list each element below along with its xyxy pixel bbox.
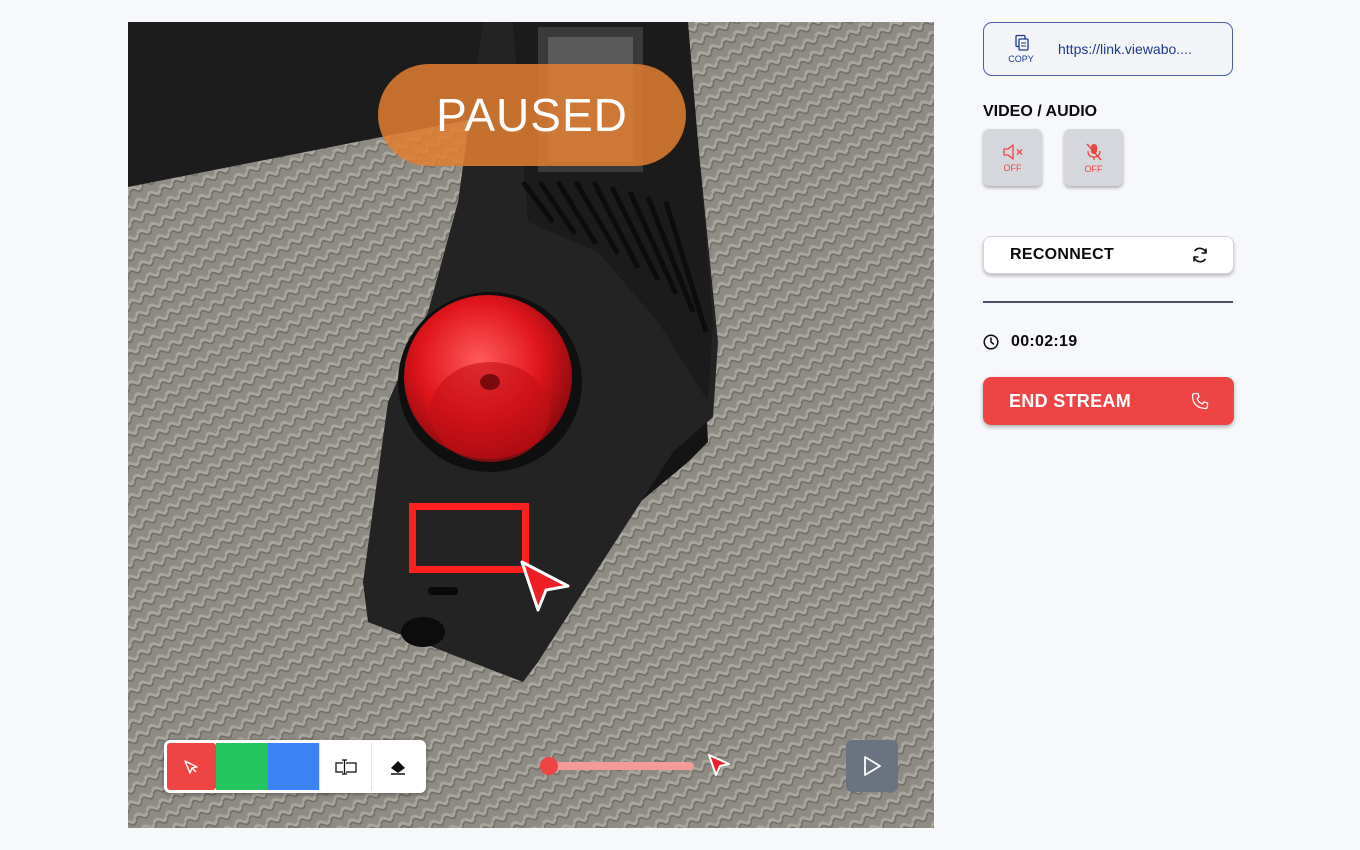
stream-timer: 00:02:19 bbox=[983, 333, 1077, 351]
paused-overlay: PAUSED bbox=[378, 64, 686, 166]
pointer-size-icon bbox=[708, 754, 730, 776]
mic-toggle-button[interactable]: OFF bbox=[1064, 129, 1123, 186]
timer-value: 00:02:19 bbox=[1011, 333, 1078, 350]
speaker-toggle-button[interactable]: OFF bbox=[983, 129, 1042, 186]
speaker-state: OFF bbox=[1003, 162, 1022, 173]
share-url: https://link.viewabo.... bbox=[1058, 41, 1192, 57]
mic-state: OFF bbox=[1084, 163, 1103, 174]
end-stream-label: END STREAM bbox=[1009, 390, 1132, 411]
refresh-icon bbox=[1193, 247, 1207, 263]
video-audio-heading: VIDEO / AUDIO bbox=[983, 103, 1098, 120]
text-cursor-icon bbox=[335, 758, 357, 775]
slider-knob[interactable] bbox=[540, 757, 558, 775]
copy-icon bbox=[1015, 34, 1029, 51]
size-slider[interactable] bbox=[540, 757, 698, 775]
annotation-toolbar bbox=[164, 740, 426, 793]
annotation-pointer-icon bbox=[520, 560, 570, 612]
pointer-tool-button[interactable] bbox=[167, 743, 216, 790]
green-color-button[interactable] bbox=[215, 743, 268, 790]
video-stream[interactable]: PAUSED bbox=[128, 22, 934, 828]
reconnect-label: RECONNECT bbox=[1010, 246, 1115, 263]
text-tool-button[interactable] bbox=[319, 743, 372, 790]
play-button[interactable] bbox=[846, 740, 898, 792]
mic-off-icon bbox=[1085, 143, 1102, 160]
cursor-arrow-icon bbox=[184, 759, 199, 774]
blue-color-button[interactable] bbox=[267, 743, 320, 790]
end-stream-button[interactable]: END STREAM bbox=[983, 377, 1234, 425]
phone-icon bbox=[1191, 392, 1209, 410]
play-icon bbox=[864, 756, 881, 776]
share-link-box[interactable]: COPY https://link.viewabo.... bbox=[983, 22, 1233, 76]
clock-icon bbox=[983, 334, 999, 350]
sidebar-divider bbox=[983, 301, 1233, 303]
reconnect-button[interactable]: RECONNECT bbox=[983, 236, 1234, 274]
copy-link-button[interactable]: COPY bbox=[984, 34, 1058, 64]
slider-track bbox=[544, 762, 694, 770]
eraser-tool-button[interactable] bbox=[371, 743, 423, 790]
annotation-rectangle bbox=[409, 503, 529, 573]
copy-label: COPY bbox=[1008, 54, 1034, 64]
eraser-icon bbox=[390, 760, 405, 775]
speaker-muted-icon bbox=[1002, 143, 1022, 160]
